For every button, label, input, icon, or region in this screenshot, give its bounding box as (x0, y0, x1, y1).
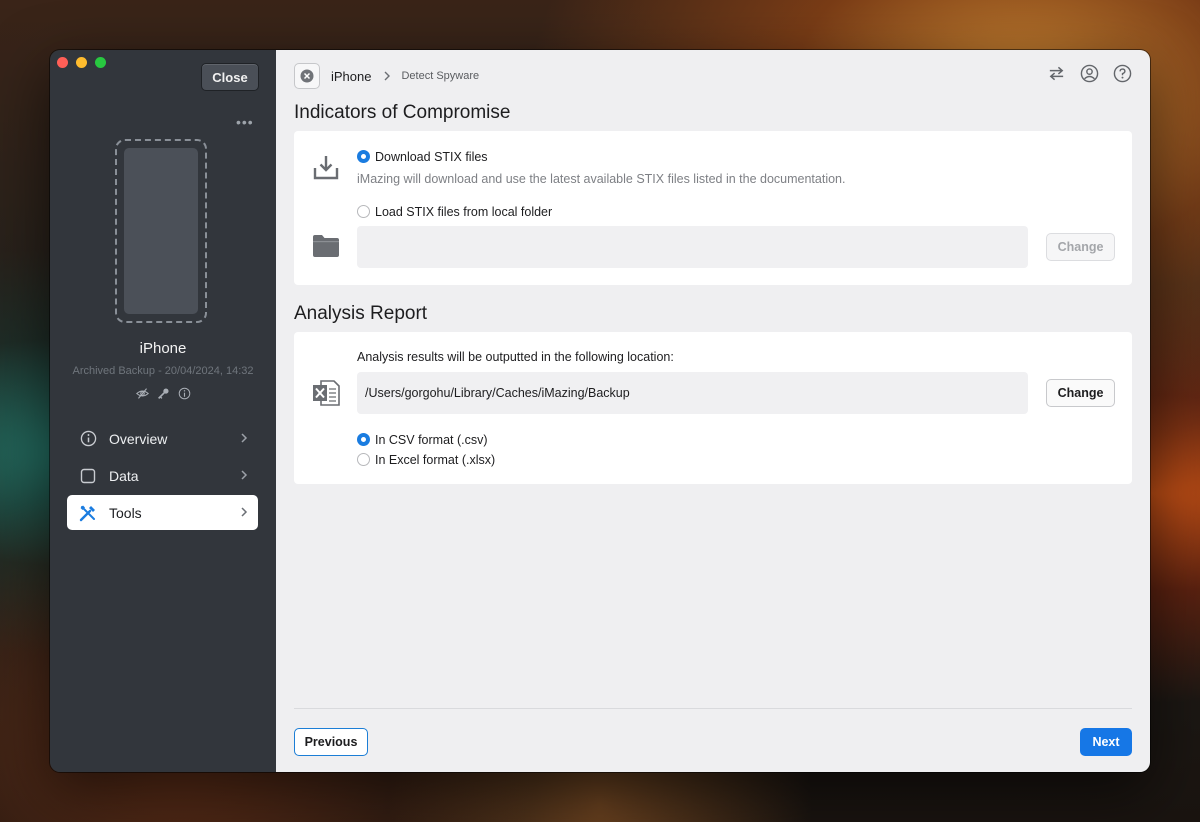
chevron-right-icon (384, 71, 391, 81)
toolbar-icons (1047, 64, 1132, 83)
report-section-title: Analysis Report (294, 303, 428, 324)
window-controls (57, 57, 106, 68)
breadcrumb: iPhone Detect Spyware (294, 62, 1132, 90)
sidebar-item-label: Data (109, 467, 139, 484)
change-output-path-button[interactable]: Change (1046, 379, 1115, 407)
local-folder-path-field[interactable] (357, 226, 1028, 268)
xlsx-format-label[interactable]: In Excel format (.xlsx) (375, 453, 495, 467)
ioc-section-title: Indicators of Compromise (294, 102, 511, 123)
main-panel: iPhone Detect Spyware Indicators of Comp… (276, 50, 1150, 772)
key-icon[interactable] (157, 387, 170, 405)
download-stix-radio[interactable] (357, 150, 370, 163)
close-circle-icon (300, 69, 314, 83)
breadcrumb-device[interactable]: iPhone (331, 69, 371, 84)
info-icon[interactable] (178, 387, 191, 405)
change-local-folder-button[interactable]: Change (1046, 233, 1115, 261)
chevron-right-icon (241, 433, 248, 443)
sidebar-item-overview[interactable]: Overview (67, 421, 258, 456)
folder-icon (313, 235, 339, 257)
sidebar-item-label: Tools (109, 504, 142, 521)
download-icon (313, 156, 339, 180)
excel-file-icon (313, 380, 340, 406)
footer-divider (294, 708, 1132, 709)
sidebar-item-label: Overview (109, 430, 168, 447)
tools-icon (79, 504, 97, 522)
sidebar-item-tools[interactable]: Tools (67, 495, 258, 530)
more-options-icon[interactable]: ••• (236, 114, 254, 130)
transfer-arrows-icon[interactable] (1047, 64, 1066, 83)
info-circle-icon (79, 430, 97, 448)
output-path-field[interactable]: /Users/gorgohu/Library/Caches/iMazing/Ba… (357, 372, 1028, 414)
download-stix-label[interactable]: Download STIX files (375, 150, 488, 164)
csv-format-label[interactable]: In CSV format (.csv) (375, 433, 488, 447)
device-name: iPhone (139, 340, 187, 357)
sidebar-nav: Overview Data Tools (67, 421, 258, 532)
eye-slash-icon[interactable] (135, 387, 149, 405)
device-subtitle: Archived Backup - 20/04/2024, 14:32 (72, 365, 254, 377)
device-image (115, 139, 207, 323)
close-button[interactable]: Close (201, 63, 259, 91)
ioc-card: Download STIX files iMazing will downloa… (294, 131, 1132, 285)
sidebar: Close ••• iPhone Archived Backup - 20/04… (50, 50, 276, 772)
chevron-right-icon (241, 470, 248, 480)
sidebar-item-data[interactable]: Data (67, 458, 258, 493)
help-icon[interactable] (1113, 64, 1132, 83)
report-card: Analysis results will be outputted in th… (294, 332, 1132, 484)
local-stix-label[interactable]: Load STIX files from local folder (375, 205, 552, 219)
back-button[interactable] (294, 63, 320, 89)
zoom-window-icon[interactable] (95, 57, 106, 68)
xlsx-format-radio[interactable] (357, 453, 370, 466)
account-icon[interactable] (1080, 64, 1099, 83)
device-screen (124, 148, 198, 314)
square-icon (79, 467, 97, 485)
device-status-icons (50, 387, 276, 405)
local-stix-radio[interactable] (357, 205, 370, 218)
breadcrumb-page: Detect Spyware (401, 70, 480, 82)
app-window: Close ••• iPhone Archived Backup - 20/04… (50, 50, 1150, 772)
csv-format-radio[interactable] (357, 433, 370, 446)
next-button[interactable]: Next (1080, 728, 1132, 756)
chevron-right-icon (241, 507, 248, 517)
previous-button[interactable]: Previous (294, 728, 368, 756)
output-location-label: Analysis results will be outputted in th… (357, 350, 674, 364)
close-window-icon[interactable] (57, 57, 68, 68)
download-stix-hint: iMazing will download and use the latest… (357, 172, 846, 186)
minimize-window-icon[interactable] (76, 57, 87, 68)
